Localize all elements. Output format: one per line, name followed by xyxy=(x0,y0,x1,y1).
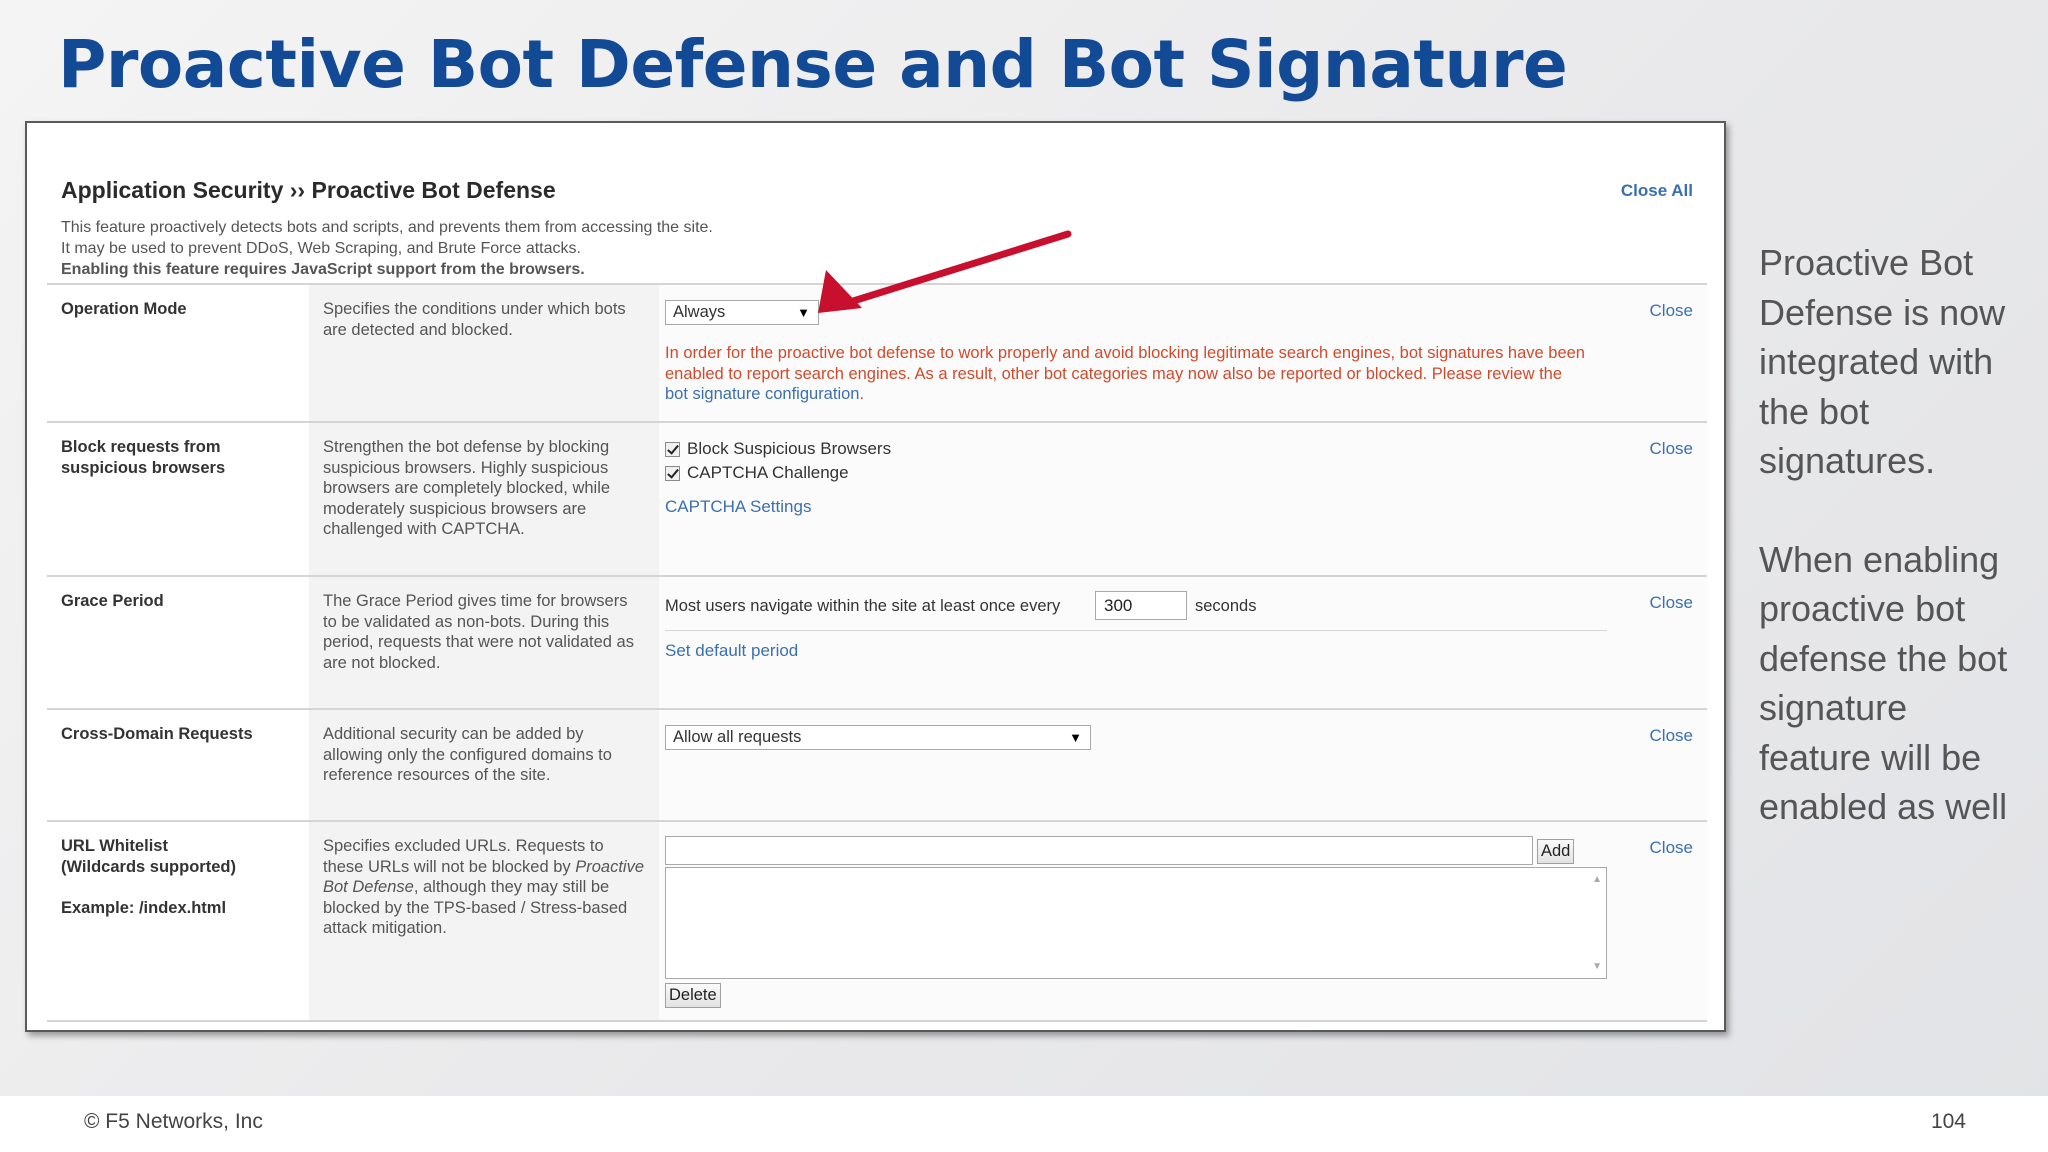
screenshot-frame: Application Security ›› Proactive Bot De… xyxy=(25,121,1726,1032)
row-operation-mode: Operation Mode Specifies the conditions … xyxy=(47,283,1707,421)
grace-period-help: The Grace Period gives time for browsers… xyxy=(309,577,659,708)
url-whitelist-subtitle: (Wildcards supported) xyxy=(61,858,236,876)
cross-domain-label: Cross-Domain Requests xyxy=(61,725,253,743)
cross-domain-select-value: Allow all requests xyxy=(673,728,802,746)
close-url-whitelist[interactable]: Close xyxy=(1650,838,1693,858)
row-url-whitelist: URL Whitelist (Wildcards supported) Exam… xyxy=(47,820,1707,1022)
page-number: 104 xyxy=(1930,1110,1966,1133)
grace-period-divider xyxy=(665,630,1607,631)
proactive-bot-defense-panel: Application Security ›› Proactive Bot De… xyxy=(47,133,1707,1022)
operation-mode-label: Operation Mode xyxy=(61,300,187,318)
delete-url-button[interactable]: Delete xyxy=(665,983,721,1008)
copyright: © F5 Networks, Inc xyxy=(84,1110,263,1133)
block-requests-help: Strengthen the bot defense by blocking s… xyxy=(309,423,659,575)
scroll-down-icon[interactable]: ▼ xyxy=(1592,961,1602,972)
row-cross-domain: Cross-Domain Requests Additional securit… xyxy=(47,708,1707,820)
side-note-2: When enabling proactive bot defense the … xyxy=(1759,538,2008,828)
side-notes: Proactive Bot Defense is now integrated … xyxy=(1759,238,2029,832)
url-whitelist-example: Example: /index.html xyxy=(61,899,227,917)
description-line-1: This feature proactively detects bots an… xyxy=(61,219,713,236)
scroll-up-icon[interactable]: ▲ xyxy=(1592,874,1602,885)
footer-bar xyxy=(0,1096,2048,1152)
url-whitelist-help-before: Specifies excluded URLs. Requests to the… xyxy=(323,837,604,876)
operation-mode-control: Always ▼ In order for the proactive bot … xyxy=(659,285,1707,421)
url-whitelist-label: URL Whitelist (Wildcards supported) Exam… xyxy=(47,822,309,1020)
url-whitelist-help: Specifies excluded URLs. Requests to the… xyxy=(309,822,659,1020)
close-operation-mode[interactable]: Close xyxy=(1650,301,1693,321)
description-line-2: It may be used to prevent DDoS, Web Scra… xyxy=(61,240,581,257)
checkmark-icon[interactable] xyxy=(665,465,680,481)
checkmark-icon[interactable] xyxy=(665,441,680,457)
warning-end: . xyxy=(859,385,865,403)
grace-period-input[interactable]: 300 xyxy=(1095,591,1187,620)
row-grace-period: Grace Period The Grace Period gives time… xyxy=(47,575,1707,708)
block-suspicious-browsers-option[interactable]: Block Suspicious Browsers xyxy=(665,439,891,459)
panel-header: Application Security ›› Proactive Bot De… xyxy=(47,133,1707,281)
side-note-1: Proactive Bot Defense is now integrated … xyxy=(1759,242,2006,481)
url-whitelist-control: Add ▲ ▼ Delete Close xyxy=(659,822,1707,1020)
block-requests-label: Block requests from suspicious browsers xyxy=(61,438,226,477)
url-whitelist-list[interactable]: ▲ ▼ xyxy=(665,867,1607,979)
row-block-requests: Block requests from suspicious browsers … xyxy=(47,421,1707,575)
slide-title: Proactive Bot Defense and Bot Signature xyxy=(58,26,1568,103)
triangle-down-icon: ▼ xyxy=(797,305,810,320)
close-block-requests[interactable]: Close xyxy=(1650,439,1693,459)
description-line-3: Enabling this feature requires JavaScrip… xyxy=(61,261,585,278)
warning-text: In order for the proactive bot defense t… xyxy=(665,344,1585,383)
operation-mode-select-value: Always xyxy=(673,303,726,321)
operation-mode-help: Specifies the conditions under which bot… xyxy=(309,285,659,421)
bot-signature-configuration-link[interactable]: bot signature configuration xyxy=(665,385,859,403)
set-default-period-link[interactable]: Set default period xyxy=(665,641,798,661)
close-all-link[interactable]: Close All xyxy=(1621,181,1693,201)
close-cross-domain[interactable]: Close xyxy=(1650,726,1693,746)
grace-period-prefix: Most users navigate within the site at l… xyxy=(665,597,1061,615)
close-grace-period[interactable]: Close xyxy=(1650,593,1693,613)
grace-period-control: Most users navigate within the site at l… xyxy=(659,577,1707,708)
cross-domain-control: Allow all requests ▼ Close xyxy=(659,710,1707,820)
add-url-button[interactable]: Add xyxy=(1537,839,1575,864)
cross-domain-help: Additional security can be added by allo… xyxy=(309,710,659,820)
grace-period-label: Grace Period xyxy=(61,592,164,610)
block-requests-control: Block Suspicious Browsers CAPTCHA Challe… xyxy=(659,423,1707,575)
cross-domain-select[interactable]: Allow all requests ▼ xyxy=(665,725,1091,750)
captcha-challenge-label: CAPTCHA Challenge xyxy=(687,463,849,482)
panel-title: Application Security ›› Proactive Bot De… xyxy=(61,177,556,203)
block-suspicious-browsers-label: Block Suspicious Browsers xyxy=(687,439,892,458)
panel-description: This feature proactively detects bots an… xyxy=(61,217,713,280)
settings-rows: Operation Mode Specifies the conditions … xyxy=(47,283,1707,1022)
bot-signature-warning: In order for the proactive bot defense t… xyxy=(665,343,1585,405)
captcha-settings-link[interactable]: CAPTCHA Settings xyxy=(665,497,811,517)
operation-mode-select[interactable]: Always ▼ xyxy=(665,300,819,325)
grace-period-suffix: seconds xyxy=(1195,597,1257,615)
triangle-down-icon: ▼ xyxy=(1069,730,1082,745)
url-whitelist-title: URL Whitelist xyxy=(61,837,168,855)
url-whitelist-input[interactable] xyxy=(665,836,1533,865)
captcha-challenge-option[interactable]: CAPTCHA Challenge xyxy=(665,463,849,483)
